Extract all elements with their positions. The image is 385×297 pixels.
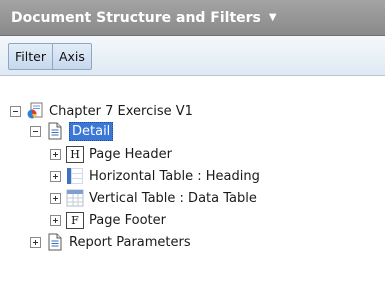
tree-node-label: Page Header bbox=[89, 146, 172, 162]
tree-node-label: Vertical Table : Data Table bbox=[89, 190, 257, 206]
document-icon bbox=[48, 233, 62, 251]
horizontal-table-icon bbox=[67, 168, 83, 184]
dropdown-arrow-icon[interactable]: ▼ bbox=[269, 12, 277, 23]
page-header-icon: H bbox=[66, 145, 84, 163]
document-structure-panel: Document Structure and Filters ▼ Filter … bbox=[0, 0, 385, 297]
collapse-toggle[interactable] bbox=[10, 105, 21, 117]
tree-node-label: Report Parameters bbox=[69, 234, 191, 250]
expand-toggle[interactable] bbox=[50, 214, 61, 226]
tree-node-horizontal-table[interactable]: Horizontal Table : Heading bbox=[50, 165, 260, 187]
tree-node-label: Horizontal Table : Heading bbox=[89, 168, 260, 184]
tree-node-label: Chapter 7 Exercise V1 bbox=[49, 103, 193, 119]
tree-node-label: Page Footer bbox=[89, 212, 166, 228]
panel-header[interactable]: Document Structure and Filters ▼ bbox=[0, 0, 385, 36]
tab-filter[interactable]: Filter bbox=[9, 44, 52, 69]
tree-node-root[interactable]: Chapter 7 Exercise V1 bbox=[10, 100, 193, 122]
tab-axis[interactable]: Axis bbox=[51, 44, 91, 69]
expand-toggle[interactable] bbox=[50, 170, 61, 182]
expand-toggle[interactable] bbox=[50, 148, 61, 160]
tree-node-page-footer[interactable]: F Page Footer bbox=[50, 209, 166, 231]
expand-toggle[interactable] bbox=[50, 192, 61, 204]
tree-node-report-parameters[interactable]: Report Parameters bbox=[30, 231, 191, 253]
collapse-toggle[interactable] bbox=[30, 125, 41, 137]
tree-node-page-header[interactable]: H Page Header bbox=[50, 143, 172, 165]
tree-node-detail[interactable]: Detail bbox=[30, 120, 114, 142]
expand-toggle[interactable] bbox=[30, 236, 41, 248]
toolbar: Filter Axis bbox=[0, 36, 385, 76]
tab-group: Filter Axis bbox=[8, 43, 92, 70]
report-icon bbox=[27, 102, 43, 119]
document-icon bbox=[48, 122, 62, 140]
page-footer-icon: F bbox=[66, 211, 84, 229]
vertical-table-icon bbox=[66, 189, 84, 207]
panel-title: Document Structure and Filters bbox=[11, 9, 261, 26]
tree-node-vertical-table[interactable]: Vertical Table : Data Table bbox=[50, 187, 257, 209]
tree-node-label-selected: Detail bbox=[69, 121, 114, 141]
